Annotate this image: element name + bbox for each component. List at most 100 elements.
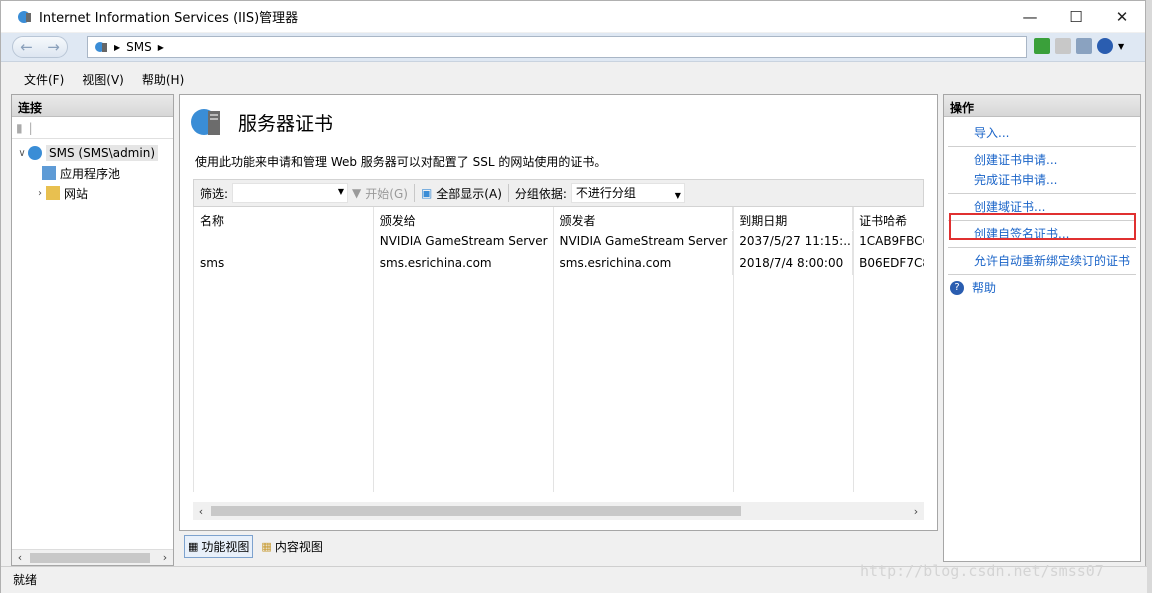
table-cell: 2018/7/4 8:00:00 [733, 253, 854, 275]
table-row[interactable]: NVIDIA GameStream Server NVIDIA GameStre… [194, 231, 924, 253]
maximize-button[interactable]: ☐ [1053, 1, 1099, 32]
action-create-request[interactable]: 创建证书申请... [944, 150, 1140, 170]
page-title: 服务器证书 [238, 112, 334, 135]
scroll-thumb[interactable] [30, 553, 150, 563]
scroll-right-icon[interactable]: › [157, 551, 173, 564]
table-cell: 1CAB9FBC6 [859, 234, 924, 248]
group-by-select[interactable]: 不进行分组 ▼ [570, 183, 685, 205]
tree-label-apppool[interactable]: 应用程序池 [60, 165, 120, 182]
tab-content-view[interactable]: ▦ 内容视图 [257, 535, 326, 558]
table-cell: sms.esrichina.com [554, 253, 734, 275]
action-help[interactable]: ? 帮助 [944, 278, 1140, 298]
table-horizontal-scrollbar[interactable]: ‹ › [193, 502, 924, 520]
stop-icon[interactable] [1055, 38, 1071, 54]
help-icon: ? [950, 281, 964, 295]
connections-header: 连接 [12, 95, 173, 117]
server-icon [28, 146, 42, 160]
menu-bar: 文件(F) 视图(V) 帮助(H) [1, 67, 1145, 89]
content-view-icon: ▦ [261, 540, 272, 553]
scroll-thumb[interactable] [211, 506, 741, 516]
show-all-icon[interactable]: ▣ [421, 186, 432, 200]
action-import[interactable]: 导入... [944, 123, 1140, 143]
column-divider [853, 207, 854, 492]
table-header: 名称 颁发给 颁发者 到期日期 证书哈希 [194, 207, 924, 231]
features-view-icon: ▦ [188, 540, 199, 553]
filter-input[interactable]: ▼ [232, 183, 349, 203]
tree-node-sites[interactable]: › 网站 [12, 183, 173, 203]
tree-node-apppool[interactable]: 应用程序池 [12, 163, 173, 183]
scroll-right-icon[interactable]: › [908, 505, 924, 518]
group-by-label: 分组依据: [514, 186, 567, 201]
highlight-box [949, 213, 1136, 240]
table-cell: 2037/5/27 11:15:... [733, 231, 854, 253]
table-cell: NVIDIA GameStream Server [374, 231, 554, 253]
scroll-left-icon[interactable]: ‹ [12, 551, 28, 564]
connect-icon[interactable]: ▮ [16, 121, 23, 135]
filter-bar: 筛选: ▼ ▼ 开始(G) ▣ 全部显示(A) 分组依据: 不进行分组 ▼ [193, 179, 924, 207]
home-icon[interactable] [1076, 38, 1092, 54]
column-header-issued-to[interactable]: 颁发给 [374, 207, 554, 230]
table-cell: sms [194, 253, 374, 275]
app-pool-icon [42, 166, 56, 180]
show-all-button[interactable]: 全部显示(A) [436, 185, 502, 202]
start-button[interactable]: 开始(G) [365, 185, 408, 202]
separator [948, 247, 1136, 248]
connections-tree: ∨ SMS (SMS\admin) 应用程序池 › 网站 [12, 139, 173, 203]
tree-label-server[interactable]: SMS (SMS\admin) [46, 145, 158, 161]
tree-label-sites[interactable]: 网站 [64, 185, 88, 202]
action-complete-request[interactable]: 完成证书申请... [944, 170, 1140, 190]
column-header-expiration[interactable]: 到期日期 [733, 207, 854, 230]
left-horizontal-scrollbar[interactable]: ‹ › [12, 549, 173, 565]
separator [948, 274, 1136, 275]
action-help-label[interactable]: 帮助 [972, 278, 996, 298]
column-header-hash[interactable]: 证书哈希 [853, 207, 924, 230]
column-header-issued-by[interactable]: 颁发者 [554, 207, 734, 230]
dropdown-arrow-icon[interactable]: ▼ [1118, 42, 1124, 51]
refresh-icon[interactable] [1034, 38, 1050, 54]
back-forward-buttons[interactable]: ← → [12, 36, 68, 58]
separator [413, 184, 415, 202]
minimize-button[interactable]: — [1007, 1, 1053, 32]
separator [948, 146, 1136, 147]
iis-manager-window: Internet Information Services (IIS)管理器 —… [0, 0, 1147, 593]
menu-help[interactable]: 帮助(H) [133, 67, 193, 89]
tab-features-view[interactable]: ▦ 功能视图 [184, 535, 254, 558]
dropdown-arrow-icon[interactable]: ▼ [675, 187, 681, 205]
column-header-name[interactable]: 名称 [194, 207, 374, 230]
table-cell: NVIDIA GameStream Server [554, 231, 734, 253]
sites-folder-icon [46, 186, 60, 200]
server-icon [95, 42, 107, 52]
filter-funnel-icon[interactable]: ▼ [352, 186, 361, 200]
close-button[interactable]: ✕ [1099, 1, 1145, 32]
expand-chevron-icon[interactable]: › [34, 188, 46, 199]
breadcrumb-sms[interactable]: SMS [126, 40, 152, 54]
toolbar-separator: | [28, 120, 33, 135]
column-divider [373, 207, 374, 492]
column-divider [553, 207, 554, 492]
actions-panel: 操作 导入... 创建证书申请... 完成证书申请... 创建域证书... 创建… [943, 94, 1141, 562]
back-arrow-icon[interactable]: ← [20, 38, 33, 56]
dropdown-arrow-icon[interactable]: ▼ [338, 187, 344, 196]
tree-node-server[interactable]: ∨ SMS (SMS\admin) [12, 143, 173, 163]
page-description: 使用此功能来申请和管理 Web 服务器可以对配置了 SSL 的网站使用的证书。 [195, 155, 607, 169]
forward-arrow-icon[interactable]: → [47, 38, 60, 56]
table-cell [194, 231, 374, 253]
collapse-chevron-icon[interactable]: ∨ [16, 148, 28, 159]
menu-view[interactable]: 视图(V) [73, 67, 133, 89]
chevron-right-icon[interactable]: ▶ [158, 43, 164, 52]
table-row[interactable]: sms sms.esrichina.com sms.esrichina.com … [194, 253, 924, 275]
tab-content-label: 内容视图 [274, 540, 323, 554]
separator [948, 193, 1136, 194]
scroll-left-icon[interactable]: ‹ [193, 505, 209, 518]
separator [507, 184, 509, 202]
table-cell: B06EDF7C8 [859, 256, 924, 270]
certificates-table: 名称 颁发给 颁发者 到期日期 证书哈希 NVIDIA GameStream S… [193, 207, 924, 492]
window-title: Internet Information Services (IIS)管理器 [39, 11, 299, 26]
address-bar[interactable]: ▶ SMS ▶ [87, 36, 1027, 58]
action-auto-rebind[interactable]: 允许自动重新绑定续订的证书 [944, 251, 1140, 271]
menu-file[interactable]: 文件(F) [15, 67, 73, 89]
filter-label: 筛选: [200, 186, 229, 201]
title-bar: Internet Information Services (IIS)管理器 —… [1, 1, 1145, 32]
tab-features-label: 功能视图 [201, 540, 250, 554]
help-icon[interactable] [1097, 38, 1113, 54]
